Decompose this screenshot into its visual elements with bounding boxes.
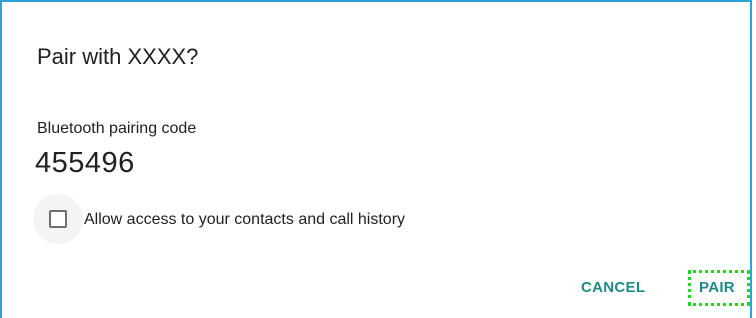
cancel-button[interactable]: CANCEL — [581, 279, 645, 296]
contacts-access-checkbox[interactable] — [49, 210, 67, 228]
contacts-access-label[interactable]: Allow access to your contacts and call h… — [84, 211, 405, 229]
pairing-code-label: Bluetooth pairing code — [37, 120, 197, 137]
dialog-title: Pair with XXXX? — [37, 44, 199, 69]
pair-button[interactable]: PAIR — [699, 279, 735, 296]
pair-dialog: Pair with XXXX? Bluetooth pairing code 4… — [0, 0, 752, 318]
pairing-code-value: 455496 — [35, 147, 135, 179]
